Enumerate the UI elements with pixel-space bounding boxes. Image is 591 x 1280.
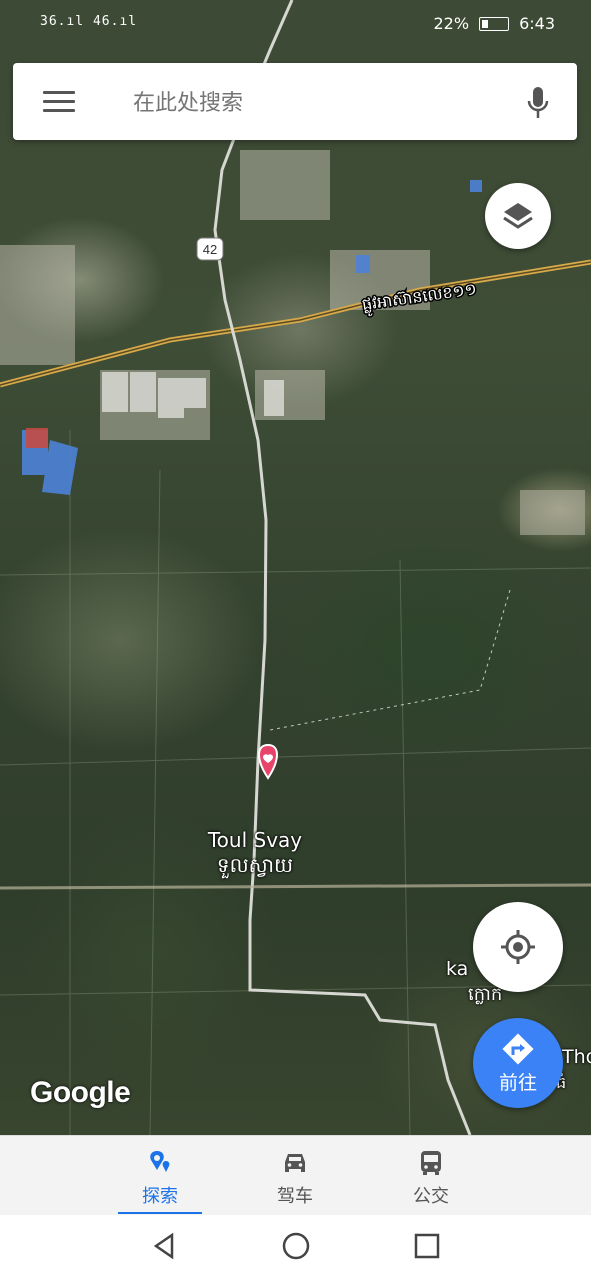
battery-percent: 22% [433, 14, 470, 33]
go-button[interactable]: 前往 [473, 1018, 563, 1108]
layers-icon [503, 203, 533, 229]
recent-apps-icon[interactable] [412, 1231, 442, 1261]
bus-icon [421, 1151, 441, 1175]
tab-transit-label: 公交 [413, 1186, 449, 1207]
battery-icon [479, 16, 510, 31]
place2-name-en: ka [446, 958, 469, 980]
road-shield-text: 42 [203, 242, 217, 257]
my-location-button[interactable] [473, 902, 563, 992]
status-bar: 36.ıl 46.ıl 22% 6:43 [0, 0, 591, 48]
tab-drive[interactable]: 驾车 [245, 1136, 345, 1216]
car-icon [285, 1154, 305, 1172]
search-input[interactable] [131, 63, 495, 142]
place-name-km: ទួលស្វាយ [216, 853, 294, 877]
road-shield-42: 42 [196, 237, 224, 261]
tab-explore[interactable]: 探索 [110, 1136, 210, 1216]
google-logo: Google [30, 1076, 131, 1109]
explore-pin-icon [150, 1151, 170, 1172]
home-icon[interactable] [281, 1231, 311, 1261]
system-navigation-bar [0, 1215, 591, 1280]
directions-icon [502, 1032, 534, 1065]
layers-button[interactable] [485, 183, 551, 249]
crosshair-icon [501, 930, 535, 964]
back-icon[interactable] [150, 1231, 180, 1261]
microphone-icon[interactable] [525, 85, 551, 121]
menu-icon[interactable] [43, 91, 75, 113]
tab-transit[interactable]: 公交 [381, 1136, 481, 1216]
place-name-en: Toul Svay [207, 828, 303, 852]
location-pin-icon[interactable] [258, 743, 278, 780]
tab-drive-label: 驾车 [277, 1186, 313, 1207]
tab-explore-label: 探索 [142, 1186, 178, 1207]
place3-name-en: Tho [562, 1046, 591, 1068]
bottom-tab-bar: 探索 驾车 公交 [0, 1135, 591, 1216]
clock: 6:43 [519, 14, 555, 33]
go-label: 前往 [498, 1071, 537, 1094]
signal-indicators: 36.ıl 46.ıl [40, 14, 138, 29]
search-bar[interactable] [13, 63, 577, 142]
